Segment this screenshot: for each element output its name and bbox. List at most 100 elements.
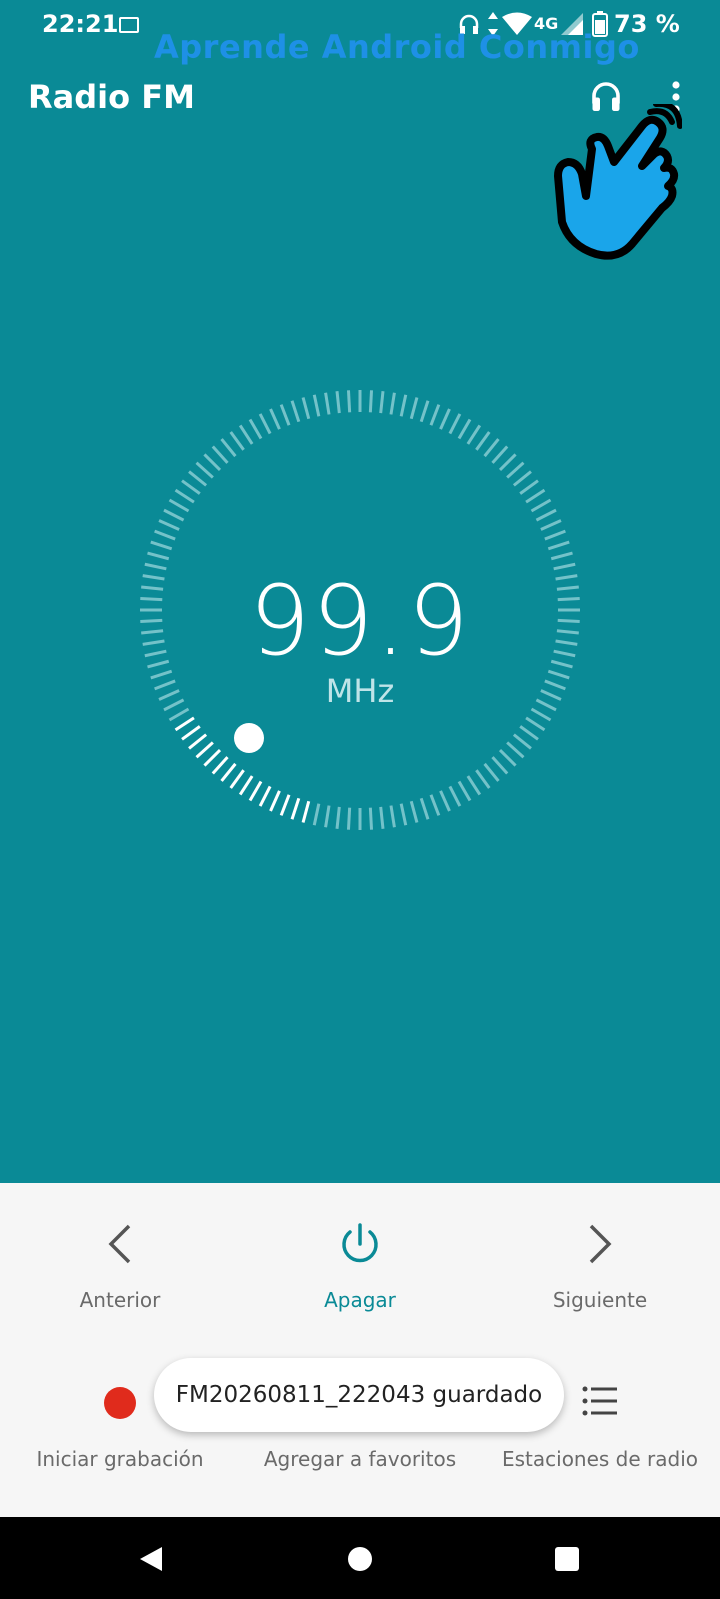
list-icon bbox=[582, 1386, 617, 1416]
dial-tick bbox=[448, 413, 462, 435]
next-label: Siguiente bbox=[552, 1288, 648, 1312]
dial-tick bbox=[188, 470, 208, 487]
watermark: Aprende Android Conmigo bbox=[154, 28, 640, 66]
dial-tick bbox=[269, 790, 281, 812]
dial-tick bbox=[519, 725, 539, 741]
dial-tick bbox=[346, 807, 352, 830]
dial-tick bbox=[547, 540, 570, 551]
dial-tick bbox=[466, 424, 482, 445]
previous-button[interactable]: Anterior bbox=[40, 1222, 200, 1312]
dial-tick bbox=[163, 508, 185, 522]
favorites-button[interactable]: Agregar a favoritos bbox=[250, 1447, 470, 1471]
dial-tick bbox=[279, 794, 291, 816]
dial-tick bbox=[439, 790, 451, 812]
dial-tick bbox=[525, 488, 546, 504]
dial-tick bbox=[174, 488, 195, 504]
dial-tick bbox=[530, 707, 552, 722]
dial-indicator[interactable] bbox=[234, 723, 264, 753]
back-icon[interactable] bbox=[138, 1545, 164, 1573]
power-button[interactable]: Apagar bbox=[280, 1222, 440, 1312]
record-icon bbox=[104, 1387, 136, 1419]
dial-tick bbox=[248, 780, 263, 802]
dial-tick bbox=[158, 519, 180, 531]
dial-tick bbox=[530, 498, 552, 513]
app-title: Radio FM bbox=[28, 78, 195, 116]
chevron-right-icon bbox=[589, 1224, 612, 1264]
recents-icon[interactable] bbox=[555, 1547, 579, 1571]
dial-tick bbox=[335, 806, 341, 829]
dial-tick bbox=[269, 408, 281, 430]
dial-tick bbox=[174, 716, 195, 732]
dial-tick bbox=[181, 725, 201, 741]
dial-tick bbox=[475, 431, 491, 451]
dial-tick bbox=[519, 479, 539, 495]
dial-tick bbox=[379, 391, 385, 414]
dial-tick bbox=[466, 775, 482, 796]
sim-icon bbox=[119, 17, 139, 33]
next-button[interactable]: Siguiente bbox=[520, 1222, 680, 1312]
dial-tick bbox=[335, 391, 341, 414]
dial-tick bbox=[506, 741, 525, 759]
dial-tick bbox=[379, 806, 385, 829]
pointing-hand-icon bbox=[554, 104, 682, 260]
dial-tick bbox=[389, 392, 396, 415]
dial-tick bbox=[188, 733, 208, 750]
dial-tick bbox=[550, 551, 573, 561]
power-label: Apagar bbox=[324, 1288, 396, 1312]
dial-tick bbox=[419, 400, 430, 423]
dial-tick bbox=[439, 408, 451, 430]
chevron-left-icon bbox=[108, 1224, 131, 1264]
dial-tick bbox=[346, 390, 352, 413]
frequency-value: 99.9 bbox=[249, 565, 471, 677]
status-time: 22:21 bbox=[42, 10, 119, 38]
dial-tick bbox=[195, 461, 214, 479]
dial-tick bbox=[147, 551, 170, 561]
dial-tick bbox=[457, 418, 472, 440]
dial-tick bbox=[168, 498, 190, 513]
dial-tick bbox=[258, 785, 272, 807]
dial-tick bbox=[399, 394, 408, 417]
dial-tick bbox=[203, 748, 222, 767]
dial-tick bbox=[368, 390, 374, 413]
dial-tick bbox=[409, 397, 419, 420]
dial-tick bbox=[150, 540, 173, 551]
dial-tick bbox=[168, 707, 190, 722]
dial-tick bbox=[498, 748, 517, 767]
dial-tick bbox=[540, 519, 562, 531]
dial-tick bbox=[512, 470, 532, 487]
dial-tick bbox=[498, 453, 517, 472]
dial-tick bbox=[290, 797, 301, 820]
frequency-unit: MHz bbox=[325, 672, 395, 710]
dial-tick bbox=[324, 392, 331, 415]
stations-label: Estaciones de radio bbox=[501, 1447, 699, 1471]
dial-tick bbox=[279, 404, 291, 426]
dial-tick bbox=[211, 445, 229, 464]
dial-tick bbox=[301, 800, 311, 823]
dial-tick bbox=[491, 445, 509, 464]
navigation-bar bbox=[0, 1517, 720, 1599]
record-label: Iniciar grabación bbox=[36, 1447, 204, 1471]
dial-tick bbox=[229, 769, 245, 789]
dial-tick bbox=[475, 769, 491, 789]
dial-tick bbox=[429, 404, 441, 426]
home-icon[interactable] bbox=[348, 1547, 372, 1571]
dial-tick bbox=[290, 400, 301, 423]
dial-tick bbox=[448, 785, 462, 807]
dial-tick bbox=[491, 756, 509, 775]
dial-tick bbox=[248, 418, 263, 440]
dial-tick bbox=[220, 438, 237, 458]
dial-tick bbox=[483, 762, 500, 782]
dial-tick bbox=[181, 479, 201, 495]
dial-tick bbox=[211, 756, 229, 775]
dial-tick bbox=[544, 529, 566, 541]
dial-tick bbox=[429, 794, 441, 816]
dial-tick bbox=[238, 775, 254, 796]
dial-tick bbox=[512, 733, 532, 750]
dial-tick bbox=[229, 431, 245, 451]
dial-tick bbox=[525, 716, 546, 732]
dial-tick bbox=[154, 529, 176, 541]
dial-tick bbox=[203, 453, 222, 472]
dial-tick bbox=[419, 797, 430, 820]
dial-tick bbox=[535, 508, 557, 522]
dial-tick bbox=[368, 807, 374, 830]
